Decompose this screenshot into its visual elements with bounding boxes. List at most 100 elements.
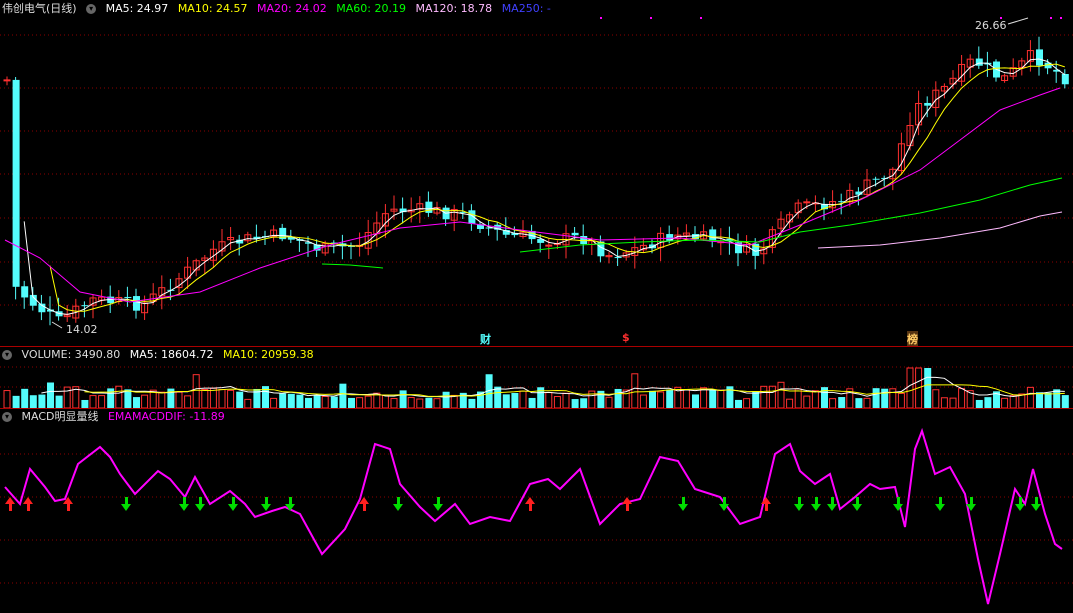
candle-body [803, 201, 811, 204]
buy-arrow-icon [27, 504, 30, 511]
volume-bar [777, 381, 785, 409]
financial-report-marker[interactable]: 财 [480, 331, 491, 347]
volume-bar [631, 373, 639, 409]
volume-bar [494, 386, 502, 408]
sell-arrow-icon [232, 497, 235, 504]
candle-body [21, 286, 29, 298]
volume-bar [1018, 393, 1026, 409]
candle-body [872, 178, 880, 180]
volume-bar [511, 392, 519, 408]
volume-bar [545, 392, 553, 409]
candle-body [133, 296, 140, 311]
ma10-line [49, 63, 1065, 312]
volume-bar [89, 395, 97, 409]
candle-body [975, 58, 983, 66]
volume-bar [124, 389, 132, 408]
volume-bar [1053, 389, 1061, 408]
volume-bar [399, 390, 407, 408]
sell-arrow-icon [397, 497, 400, 504]
ma250-value: MA250: - [501, 2, 551, 15]
sell-arrow-icon [433, 504, 443, 511]
volume-pane[interactable]: ▾ VOLUME: 3490.80 MA5: 18604.72 MA10: 20… [0, 346, 1073, 409]
volume-bar [81, 399, 89, 408]
collapse-icon[interactable]: ▾ [2, 412, 12, 422]
sell-arrow-icon [1031, 504, 1041, 511]
volume-bar [227, 389, 235, 409]
signal-dot [600, 17, 602, 19]
volume-bar [786, 398, 794, 409]
volume-bar [468, 398, 476, 408]
macd-chart[interactable] [0, 409, 1073, 613]
dragon-tiger-list-marker[interactable]: 榜 [907, 331, 918, 347]
volume-bar [794, 388, 802, 409]
volume-bar [244, 398, 252, 409]
volume-bar [321, 395, 329, 409]
candle-body [425, 201, 433, 213]
sell-arrow-icon [1019, 497, 1022, 504]
sell-arrow-icon [265, 497, 268, 504]
volume-bar [279, 393, 287, 408]
volume-bar [1044, 392, 1052, 408]
volume-bar [743, 398, 751, 409]
sell-arrow-icon [125, 497, 128, 504]
volume-bar [98, 395, 106, 409]
volume-bar [881, 388, 889, 408]
sell-arrow-icon [179, 504, 189, 511]
ma5-line [23, 58, 1066, 315]
buy-arrow-icon [761, 497, 771, 504]
ma10-value: MA10: 24.57 [177, 2, 248, 15]
sell-arrow-icon [682, 497, 685, 504]
volume-bar [313, 394, 321, 408]
ma60-line [321, 263, 384, 269]
candle-body [124, 296, 132, 298]
volume-bar [614, 388, 622, 408]
candlestick-chart[interactable] [0, 0, 1073, 346]
volume-bar [838, 397, 846, 408]
volume-bar [296, 394, 304, 408]
ma120-value: MA120: 18.78 [415, 2, 493, 15]
volume-bar [571, 399, 579, 408]
volume-bar [29, 395, 37, 408]
ma20-line [4, 87, 1061, 303]
candle-body [3, 79, 11, 82]
sell-arrow-icon [794, 504, 804, 511]
volume-ma5: MA5: 18604.72 [129, 348, 214, 361]
sell-arrow-icon [723, 497, 726, 504]
price-chart-pane[interactable]: 伟创电气(日线) ▾ MA5: 24.97 MA10: 24.57 MA20: … [0, 0, 1073, 347]
sell-arrow-icon [856, 497, 859, 504]
volume-bar [889, 388, 897, 409]
price-legend: 伟创电气(日线) ▾ MA5: 24.97 MA10: 24.57 MA20: … [2, 1, 557, 17]
volume-ma10: MA10: 20959.38 [222, 348, 314, 361]
ma60-value: MA60: 20.19 [336, 2, 406, 15]
candle-body [1036, 49, 1043, 66]
sell-arrow-icon [897, 497, 900, 504]
volume-bar [897, 392, 905, 409]
volume-bar [735, 399, 742, 408]
volume-ma5-line [41, 376, 1065, 398]
sell-arrow-icon [678, 504, 688, 511]
collapse-icon[interactable]: ▾ [2, 350, 12, 360]
candle-body [571, 232, 579, 236]
volume-bar [416, 398, 424, 409]
macd-dif-line [4, 427, 1063, 605]
volume-bar [855, 398, 863, 408]
signal-dot [650, 17, 652, 19]
candle-body [709, 229, 717, 242]
sell-arrow-icon [935, 504, 945, 511]
sell-arrow-icon [393, 504, 403, 511]
collapse-icon[interactable]: ▾ [86, 4, 97, 14]
volume-bar [553, 396, 561, 409]
sell-arrow-icon [437, 497, 440, 504]
macd-pane[interactable]: ▾ MACD明显量线 EMAMACDDIF: -11.89 [0, 408, 1073, 613]
stock-name[interactable]: 伟创电气(日线) [2, 2, 77, 15]
volume-bar [12, 395, 20, 408]
dividend-marker[interactable]: $ [622, 331, 630, 344]
sell-arrow-icon [289, 497, 292, 504]
candle-body [81, 305, 89, 307]
volume-bar [932, 389, 940, 409]
volume-bar [425, 397, 433, 408]
volume-bar [381, 394, 389, 409]
buy-arrow-icon [23, 497, 33, 504]
volume-bar [829, 398, 837, 409]
ma5-value: MA5: 24.97 [105, 2, 169, 15]
